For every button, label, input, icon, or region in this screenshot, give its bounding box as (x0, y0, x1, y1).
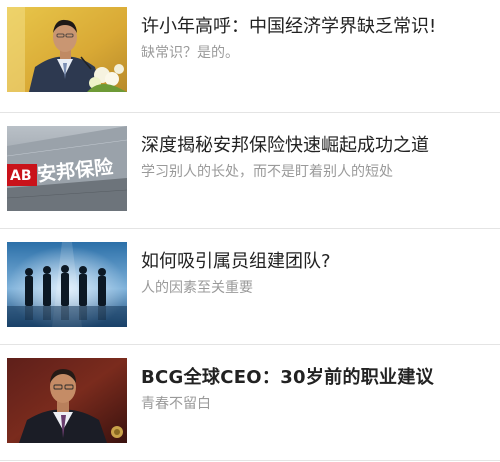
article-item-4[interactable]: BCG全球CEO：30岁前的职业建议 青春不留白 (0, 358, 500, 453)
article-subtitle: 人的因素至关重要 (141, 280, 253, 296)
team-silhouettes-photo (7, 242, 127, 327)
anbang-insurance-sign-photo: AB 安邦保险 (7, 126, 127, 211)
article-item-2[interactable]: AB 安邦保险 深度揭秘安邦保险快速崛起成功之道 学习别人的长处，而不是盯着别人… (0, 126, 500, 221)
article-subtitle: 青春不留白 (141, 396, 211, 412)
speaker-at-podium-photo (7, 7, 127, 92)
article-list: 许小年高呼：中国经济学界缺乏常识! 缺常识？是的。 AB 安邦保险 深度揭秘安邦… (0, 0, 500, 462)
article-subtitle: 学习别人的长处，而不是盯着别人的短处 (141, 164, 393, 180)
article-title[interactable]: 许小年高呼：中国经济学界缺乏常识! (141, 15, 493, 39)
article-title[interactable]: 深度揭秘安邦保险快速崛起成功之道 (141, 134, 493, 158)
anbang-logo-text: AB (10, 168, 32, 184)
article-title[interactable]: BCG全球CEO：30岁前的职业建议 (141, 366, 493, 390)
article-title[interactable]: 如何吸引属员组建团队? (141, 250, 493, 274)
article-item-3[interactable]: 如何吸引属员组建团队? 人的因素至关重要 (0, 242, 500, 337)
article-item-1[interactable]: 许小年高呼：中国经济学界缺乏常识! 缺常识？是的。 (0, 7, 500, 102)
divider (0, 112, 500, 113)
executive-portrait-photo (7, 358, 127, 443)
divider (0, 344, 500, 345)
divider (0, 228, 500, 229)
article-subtitle: 缺常识？是的。 (141, 45, 239, 61)
divider (0, 460, 500, 461)
